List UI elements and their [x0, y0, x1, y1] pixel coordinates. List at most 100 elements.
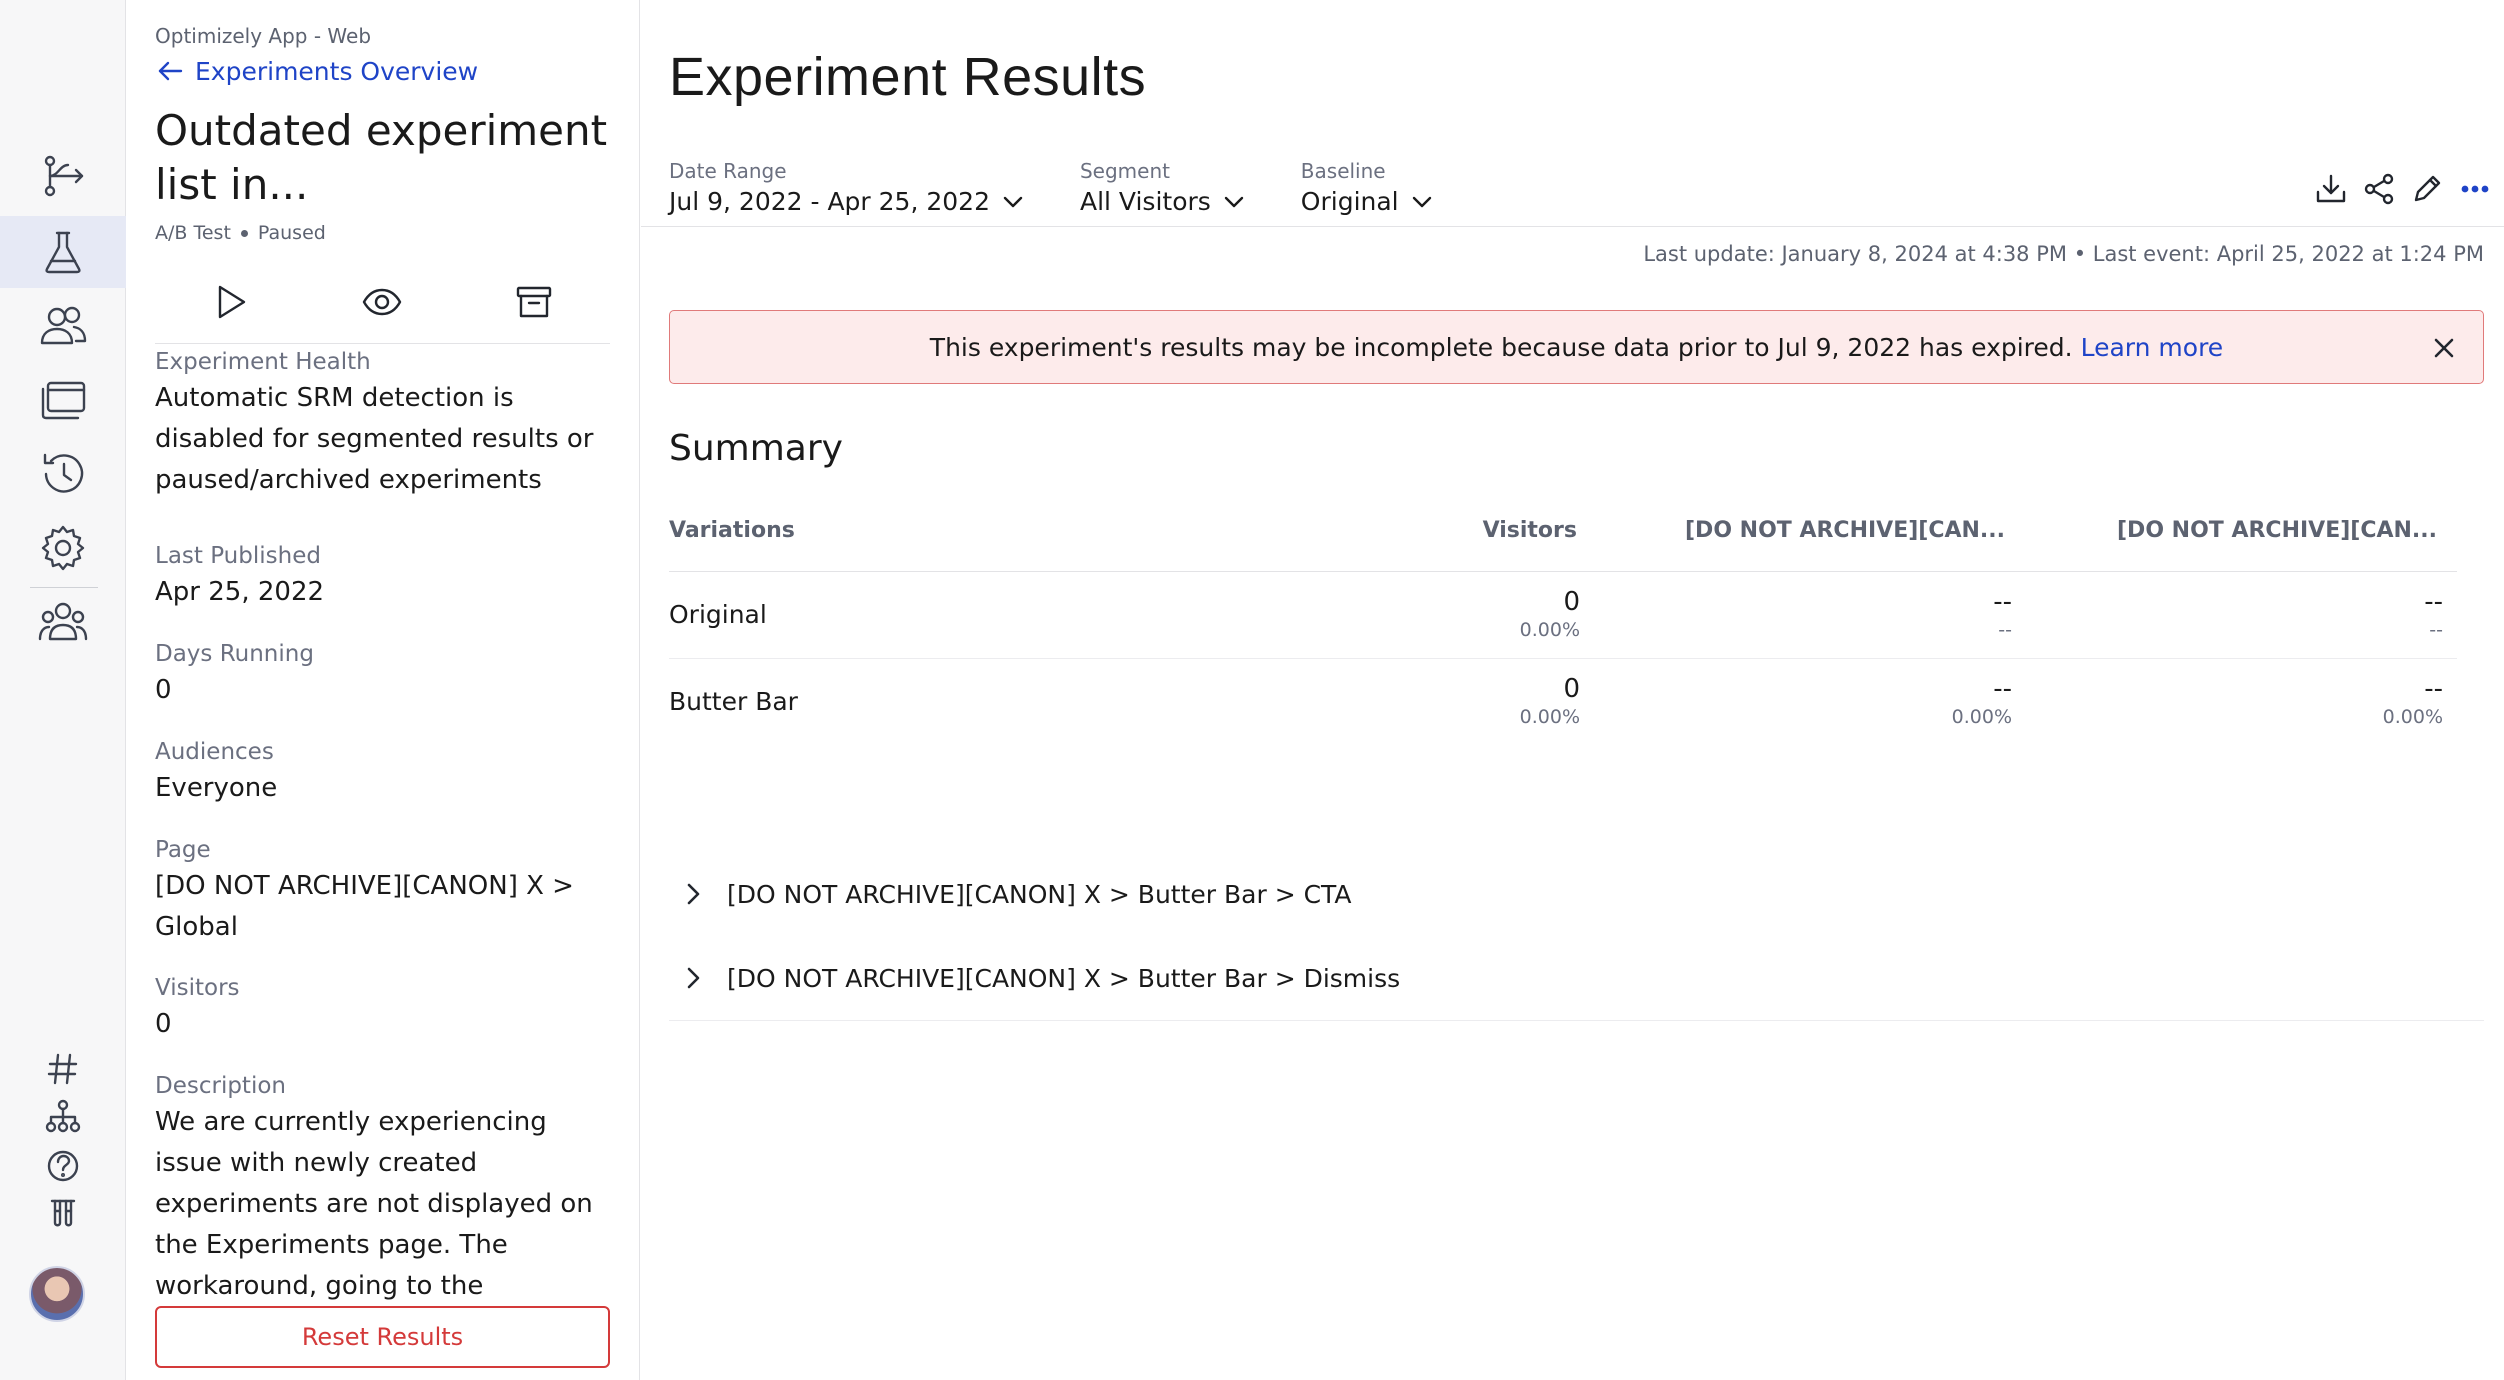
play-icon	[218, 285, 246, 318]
field-label: Audiences	[155, 739, 274, 765]
reset-results-button[interactable]: Reset Results	[155, 1306, 610, 1368]
column-header[interactable]: [DO NOT ARCHIVE][CAN...	[2117, 518, 2437, 543]
nav-lab[interactable]	[0, 1182, 126, 1246]
metric-value: --	[2424, 587, 2443, 617]
start-button[interactable]	[210, 281, 252, 327]
field-value: [DO NOT ARCHIVE][CANON] X > Global	[155, 871, 574, 942]
field-value: Automatic SRM detection is disabled for …	[155, 383, 594, 495]
field-value: We are currently experiencing issue with…	[155, 1107, 593, 1324]
edit-button[interactable]	[2410, 172, 2444, 210]
nav-experiments[interactable]	[0, 216, 126, 288]
date-range-value: Jul 9, 2022 - Apr 25, 2022	[669, 187, 990, 216]
column-header[interactable]: Visitors	[1483, 518, 1577, 543]
field-label: Visitors	[155, 975, 240, 1001]
results-main: Experiment Results Date Range Jul 9, 202…	[641, 0, 2504, 1380]
nav-collaborators[interactable]	[0, 586, 126, 658]
field-value: Apr 25, 2022	[155, 577, 325, 607]
nav-flags[interactable]	[0, 140, 126, 212]
experiment-meta: A/B Test Paused	[155, 222, 326, 244]
flags-icon	[44, 155, 84, 197]
field-value: 0	[155, 1009, 172, 1039]
description-scroll[interactable]: We are currently experiencing issue with…	[155, 1102, 610, 1324]
experiment-title: Outdated experiment list in...	[155, 106, 608, 209]
visitors-count: 0	[1563, 674, 1580, 704]
visitors-cell: 0 0.00%	[1520, 586, 1580, 642]
experiment-status: Paused	[257, 222, 326, 244]
share-button[interactable]	[2362, 172, 2396, 210]
field-label: Description	[155, 1073, 286, 1099]
column-header[interactable]: [DO NOT ARCHIVE][CAN...	[1685, 518, 2005, 543]
field-audiences: Audiences Everyone	[155, 736, 610, 809]
nav-audiences[interactable]	[0, 290, 126, 362]
history-icon	[43, 453, 84, 493]
segment-filter[interactable]: Segment All Visitors	[1080, 158, 1245, 220]
nav-pages[interactable]	[0, 364, 126, 436]
metric-cell: -- --	[2424, 586, 2443, 642]
learn-more-link[interactable]: Learn more	[2081, 333, 2224, 362]
table-row: Butter Bar 0 0.00% -- 0.00% -- 0.00%	[669, 659, 2457, 746]
more-icon	[2461, 185, 2489, 193]
filter-value: Original	[1301, 184, 1433, 220]
column-header[interactable]: Variations	[669, 518, 795, 543]
preview-button[interactable]	[361, 281, 403, 327]
metric-sub-value: --	[1998, 619, 2012, 641]
nav-history[interactable]	[0, 438, 126, 510]
metrics-list: [DO NOT ARCHIVE][CANON] X > Butter Bar >…	[669, 852, 2484, 1021]
archive-button[interactable]	[513, 281, 555, 327]
metric-sub-value: 0.00%	[1951, 706, 2012, 728]
metric-value: --	[1993, 587, 2012, 617]
field-label: Last Published	[155, 543, 321, 569]
chevron-down-icon	[1224, 196, 1243, 208]
summary-title: Summary	[669, 428, 843, 469]
date-range-filter[interactable]: Date Range Jul 9, 2022 - Apr 25, 2022	[669, 158, 1024, 220]
help-icon	[47, 1150, 79, 1182]
export-button[interactable]	[2314, 172, 2348, 210]
chevron-right-icon	[687, 883, 700, 905]
metric-name: [DO NOT ARCHIVE][CANON] X > Butter Bar >…	[727, 963, 1401, 993]
chevron-right-icon	[687, 967, 700, 989]
settings-icon	[41, 525, 85, 571]
table-header: Variations Visitors [DO NOT ARCHIVE][CAN…	[669, 500, 2457, 572]
visitors-percent: 0.00%	[1519, 619, 1580, 641]
filter-value: All Visitors	[1080, 184, 1245, 220]
metric-cell: -- --	[1993, 586, 2012, 642]
close-icon	[2434, 338, 2454, 358]
back-to-experiments-link[interactable]: Experiments Overview	[155, 56, 478, 86]
visitors-count: 0	[1563, 587, 1580, 617]
collaborators-icon	[38, 602, 88, 641]
field-page: Page [DO NOT ARCHIVE][CANON] X > Global	[155, 834, 610, 948]
info-separator: •	[2073, 242, 2093, 266]
summary-table: Variations Visitors [DO NOT ARCHIVE][CAN…	[669, 500, 2457, 746]
avatar[interactable]	[29, 1266, 85, 1322]
experiment-detail-panel: Optimizely App - Web Experiments Overvie…	[127, 0, 640, 1380]
metric-cell: -- 0.00%	[1952, 673, 2012, 729]
arrow-left-icon	[158, 61, 183, 81]
experiment-type: A/B Test	[155, 222, 231, 244]
lab-icon	[50, 1199, 76, 1227]
meta-separator	[240, 229, 248, 237]
alert-close-button[interactable]	[2429, 333, 2459, 363]
metric-value: --	[1993, 674, 2012, 704]
metric-expand-row[interactable]: [DO NOT ARCHIVE][CANON] X > Butter Bar >…	[669, 936, 2484, 1020]
field-last-published: Last Published Apr 25, 2022	[155, 540, 610, 613]
filter-label: Date Range	[669, 159, 787, 183]
field-label: Days Running	[155, 641, 314, 667]
more-options-button[interactable]	[2458, 172, 2492, 210]
segment-value: All Visitors	[1079, 187, 1211, 216]
baseline-value: Original	[1300, 187, 1399, 216]
visitors-cell: 0 0.00%	[1520, 673, 1580, 729]
field-label: Experiment Health	[155, 349, 371, 375]
metric-expand-row[interactable]: [DO NOT ARCHIVE][CANON] X > Butter Bar >…	[669, 852, 2484, 936]
header-divider	[641, 226, 2504, 227]
alert-text: This experiment's results may be incompl…	[929, 332, 2073, 362]
filter-value: Jul 9, 2022 - Apr 25, 2022	[669, 184, 1024, 220]
field-days-running: Days Running 0	[155, 638, 610, 711]
table-row: Original 0 0.00% -- -- -- --	[669, 572, 2457, 659]
metrics-divider	[669, 1020, 2484, 1021]
share-icon	[2364, 173, 2394, 205]
baseline-filter[interactable]: Baseline Original	[1301, 158, 1433, 220]
metric-name: [DO NOT ARCHIVE][CANON] X > Butter Bar >…	[727, 879, 1352, 909]
field-label: Page	[155, 837, 211, 863]
last-event-text: Last event: April 25, 2022 at 1:24 PM	[2092, 242, 2484, 266]
nav-settings[interactable]	[0, 512, 126, 584]
